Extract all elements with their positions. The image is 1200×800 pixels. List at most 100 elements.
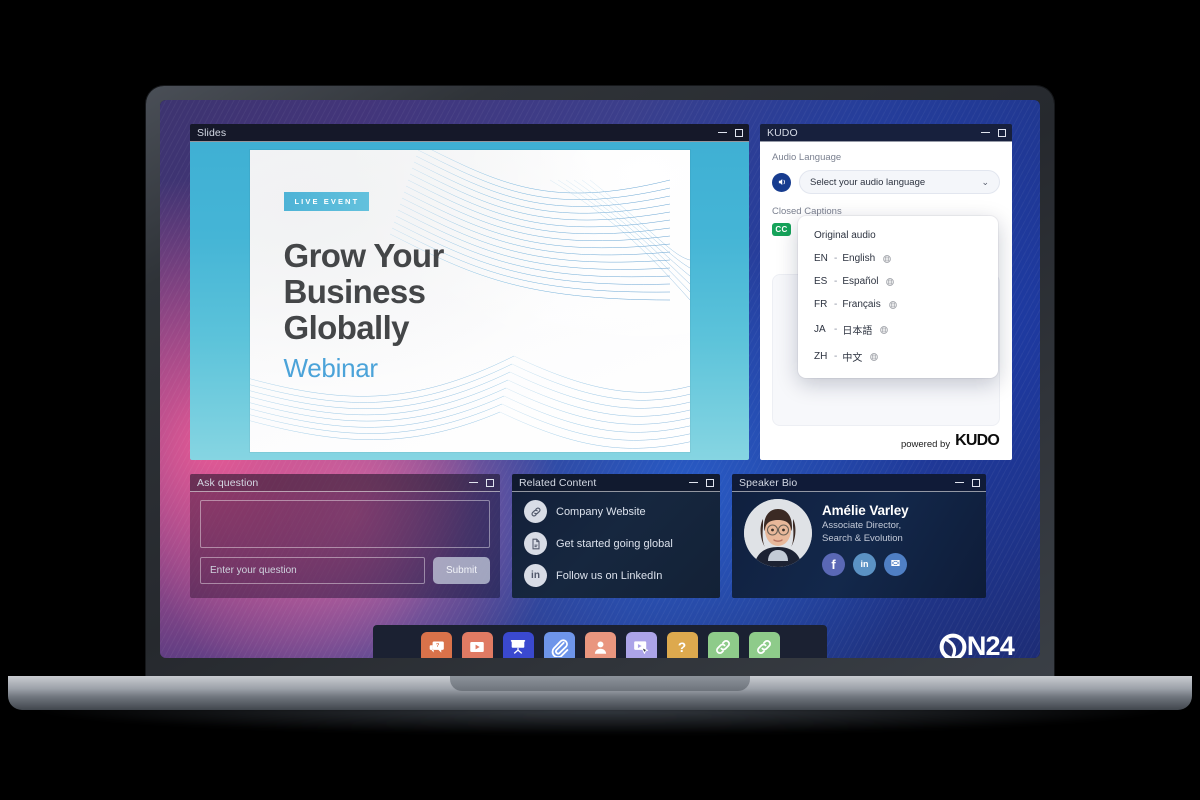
kudo-panel-titlebar: KUDO <box>760 124 1012 142</box>
related-content-label: Get started going global <box>556 537 673 550</box>
audio-language-value: Select your audio language <box>810 176 926 188</box>
slides-panel: Slides LIVE EVENT Grow Your Business Glo… <box>190 124 749 460</box>
video-play-icon <box>468 638 486 656</box>
related-content-label: Follow us on LinkedIn <box>556 569 663 582</box>
resources-tool[interactable] <box>543 631 575 658</box>
speaker-avatar-illustration <box>744 499 812 567</box>
email-icon[interactable]: ✉ <box>884 553 907 577</box>
link-tool-1[interactable] <box>707 631 739 658</box>
kudo-panel-body: Audio Language Select your audio languag… <box>760 142 1012 460</box>
speaker-icon[interactable] <box>772 172 791 192</box>
ask-question-tool[interactable]: ? <box>420 631 452 658</box>
paperclip-icon <box>550 638 569 657</box>
media-player-tool[interactable] <box>461 631 493 658</box>
link-icon-wrapper <box>524 500 547 523</box>
language-name: English <box>842 253 876 264</box>
related-content-list: Company Website Get started going global i… <box>512 492 720 598</box>
link-tool-2[interactable] <box>748 631 780 658</box>
svg-text:?: ? <box>678 640 686 655</box>
linkedin-icon-wrapper: in <box>524 564 547 587</box>
maximize-icon[interactable] <box>735 128 743 137</box>
related-content-item[interactable]: in Follow us on LinkedIn <box>524 564 720 587</box>
related-content-item[interactable]: Company Website <box>524 500 720 523</box>
related-content-label: Company Website <box>556 505 646 518</box>
slide-title-line-3: Globally <box>283 308 410 346</box>
language-option-zh[interactable]: ZH - 中文 <box>798 343 998 370</box>
speaker-bio-title: Speaker Bio <box>739 476 798 489</box>
slides-panel-titlebar: Slides <box>190 124 749 142</box>
minimize-icon[interactable] <box>981 131 990 134</box>
slide-title: Grow Your Business Globally <box>284 238 544 346</box>
audio-language-row: Select your audio language ⌄ <box>772 170 1000 194</box>
powered-by-label: powered by <box>900 439 951 450</box>
related-content-title: Related Content <box>519 476 597 489</box>
language-name: 中文 <box>842 353 863 364</box>
speaker-bio-tool[interactable] <box>584 631 616 658</box>
language-option-es[interactable]: ES - Español <box>798 270 998 293</box>
question-input[interactable]: Enter your question <box>200 557 425 584</box>
audio-language-select[interactable]: Select your audio language ⌄ <box>799 170 1000 194</box>
speaker-bio-titlebar: Speaker Bio <box>732 474 986 492</box>
minimize-icon[interactable] <box>689 481 698 484</box>
speaker-bio-details: Amélie Varley Associate Director, Search… <box>822 499 909 598</box>
language-option-fr[interactable]: FR - Français <box>798 293 998 316</box>
language-code: FR <box>814 299 828 310</box>
ask-question-titlebar: Ask question <box>190 474 500 492</box>
screenshot-root: Slides LIVE EVENT Grow Your Business Glo… <box>0 0 1200 800</box>
question-log-area <box>200 500 490 548</box>
on24-logo: N24 <box>939 631 1015 658</box>
kudo-panel: KUDO Audio Language Select your audio la… <box>760 124 1012 460</box>
related-content-item[interactable]: Get started going global <box>524 532 720 555</box>
screen-share-tool[interactable] <box>625 631 657 658</box>
minimize-icon[interactable] <box>718 131 727 134</box>
related-content-panel: Related Content Company Website Get start… <box>512 474 720 598</box>
ask-question-body: Enter your question Submit <box>190 492 500 598</box>
language-separator: - <box>834 299 838 310</box>
language-name: Original audio <box>814 230 876 241</box>
speaker-role: Associate Director, Search & Evolution <box>822 520 909 545</box>
kudo-panel-title: KUDO <box>767 126 798 139</box>
language-option-original[interactable]: Original audio <box>798 224 998 247</box>
slide-card: LIVE EVENT Grow Your Business Globally W… <box>249 150 690 452</box>
cc-badge[interactable]: CC <box>772 223 791 236</box>
linkedin-icon: in <box>531 570 540 581</box>
language-name: Français <box>842 299 881 310</box>
speaker-name: Amélie Varley <box>822 503 909 518</box>
language-option-ja[interactable]: JA - 日本語 <box>798 316 998 343</box>
language-option-en[interactable]: EN - English <box>798 247 998 270</box>
link-icon <box>714 638 732 656</box>
document-icon-wrapper <box>524 532 547 555</box>
kudo-powered-by: powered by KUDO <box>900 432 1000 450</box>
facebook-icon[interactable]: f <box>822 553 845 577</box>
maximize-icon[interactable] <box>972 478 980 487</box>
globe-icon <box>883 254 892 263</box>
audio-language-dropdown-menu[interactable]: Original audio EN - English ES - Español FR - Fra… <box>798 216 998 378</box>
on24-logo-text: N24 <box>966 631 1015 658</box>
language-code: ES <box>814 276 828 287</box>
maximize-icon[interactable] <box>998 128 1006 137</box>
linkedin-icon[interactable]: in <box>853 553 876 577</box>
minimize-icon[interactable] <box>469 481 478 484</box>
language-code: ZH <box>814 351 828 362</box>
submit-button[interactable]: Submit <box>433 557 490 584</box>
person-icon <box>592 639 609 656</box>
globe-icon <box>880 325 889 334</box>
maximize-icon[interactable] <box>706 478 714 487</box>
language-name: 日本語 <box>842 326 873 337</box>
globe-icon <box>886 277 895 286</box>
help-tool[interactable]: ? <box>666 631 698 658</box>
question-entry-row: Enter your question Submit <box>200 557 490 584</box>
laptop-lid: Slides LIVE EVENT Grow Your Business Glo… <box>146 86 1054 680</box>
globe-icon <box>888 300 897 309</box>
link-icon <box>755 638 773 656</box>
kudo-wordmark: KUDO <box>955 432 1000 449</box>
screen-cursor-icon <box>632 638 650 656</box>
minimize-icon[interactable] <box>955 481 964 484</box>
on24-crescent-icon <box>939 633 967 658</box>
language-separator: - <box>834 253 838 264</box>
question-bubble-icon: ? <box>428 639 445 656</box>
question-mark-icon: ? <box>673 638 691 656</box>
slides-tool[interactable] <box>502 631 534 658</box>
question-input-placeholder: Enter your question <box>210 565 297 576</box>
maximize-icon[interactable] <box>486 478 494 487</box>
